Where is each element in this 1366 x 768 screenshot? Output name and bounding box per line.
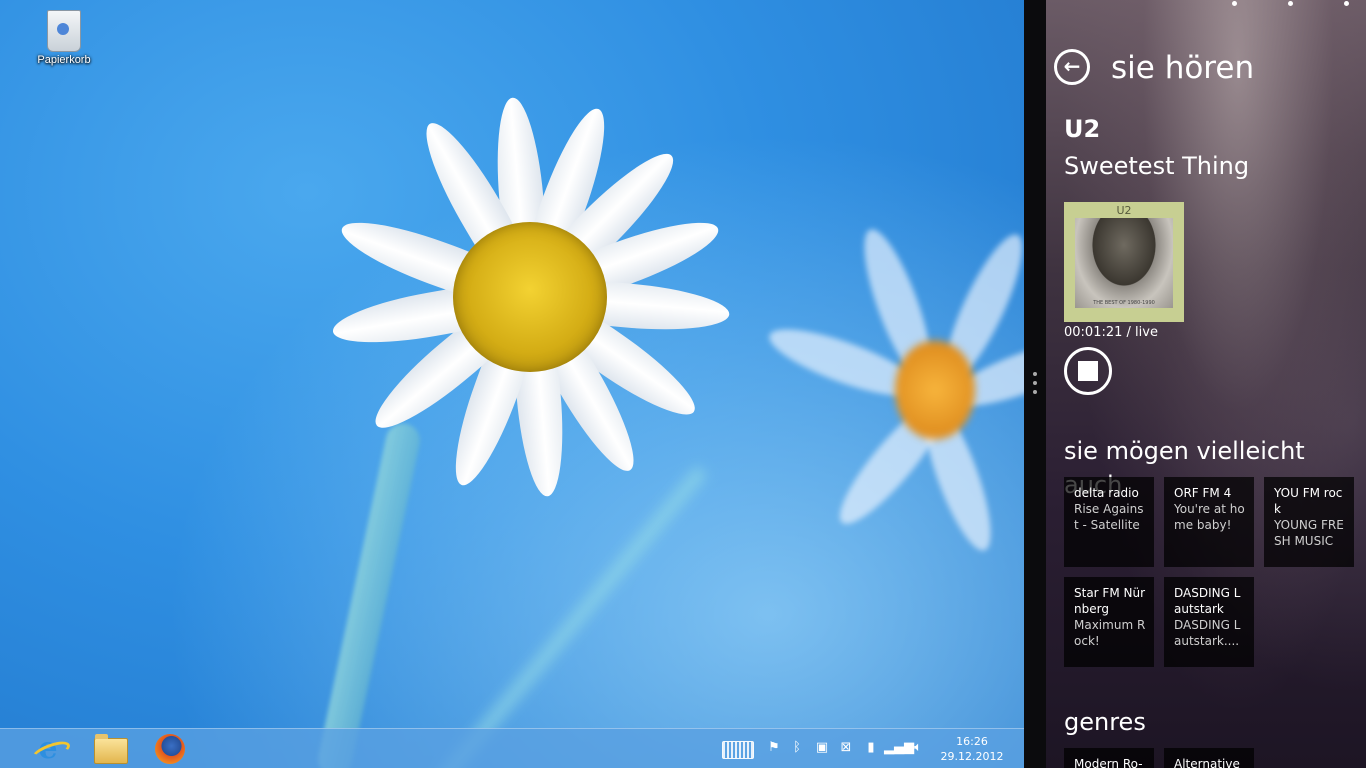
station-name: delta radio [1074, 486, 1139, 500]
desktop: Papierkorb e ⚑ ᛒ ▣ ⊠ ▮ ▂▄▆ 🔈︎ 16:26 29.1… [0, 0, 1024, 768]
loading-dots [1046, 0, 1366, 8]
now-playing-song: Sweetest Thing [1064, 152, 1250, 180]
loading-dot [1288, 1, 1293, 6]
back-arrow-icon: ← [1063, 54, 1081, 78]
station-song: DASDING Lautstark.... [1174, 618, 1241, 648]
genres-heading: genres [1064, 708, 1146, 736]
folder-icon [94, 734, 128, 764]
playback-status: live [1135, 325, 1158, 340]
recycle-bin-icon [47, 10, 81, 52]
taskbar-firefox[interactable] [142, 731, 198, 767]
album-cover-label: U2 [1116, 204, 1132, 217]
station-name: YOU FM rock [1274, 486, 1343, 516]
radio-app-snapped: ← sie hören U2 Sweetest Thing U2 THE BES… [1046, 0, 1366, 768]
snap-splitter[interactable] [1024, 0, 1046, 768]
station-tile[interactable]: DASDING Lautstark DASDING Lautstark.... [1164, 577, 1254, 667]
internet-explorer-icon: e [34, 734, 62, 764]
bluetooth-icon[interactable]: ᛒ [790, 740, 804, 756]
playback-time: 00:01:21 / live [1064, 324, 1158, 342]
firefox-icon [155, 734, 185, 764]
genre-tile[interactable]: Alternative [1164, 748, 1254, 768]
network-monitor-icon[interactable]: ▣ [813, 740, 831, 756]
station-song: YOUNG FRESH MUSIC [1274, 518, 1344, 548]
taskbar-file-explorer[interactable] [80, 731, 136, 767]
loading-dot [1232, 1, 1237, 6]
keyboard-icon[interactable] [722, 741, 754, 759]
stop-icon [1078, 361, 1098, 381]
playback-elapsed: 00:01:21 / [1064, 325, 1131, 340]
station-song: Rise Against - Satellite [1074, 502, 1144, 532]
album-cover-photo [1075, 218, 1173, 308]
station-name: DASDING Lautstark [1174, 586, 1241, 616]
wallpaper-flower-center [453, 222, 607, 372]
station-song: Maximum Rock! [1074, 618, 1146, 648]
volume-icon[interactable]: 🔈︎ [910, 740, 926, 756]
back-button[interactable]: ← [1054, 49, 1090, 85]
loading-dot [1344, 1, 1349, 6]
station-tile[interactable]: delta radio Rise Against - Satellite [1064, 477, 1154, 567]
genre-name: Alternative [1174, 757, 1240, 768]
taskbar: e ⚑ ᛒ ▣ ⊠ ▮ ▂▄▆ 🔈︎ 16:26 29.12.2012 [0, 728, 1024, 768]
station-tile[interactable]: YOU FM rock YOUNG FRESH MUSIC [1264, 477, 1354, 567]
clock-time: 16:26 [956, 735, 988, 748]
station-song: You're at home baby! [1174, 502, 1245, 532]
album-cover: U2 THE BEST OF 1980-1990 [1064, 202, 1184, 322]
recycle-bin-label: Papierkorb [37, 54, 91, 66]
battery-icon[interactable]: ▮ [866, 740, 876, 756]
station-tile[interactable]: Star FM Nürnberg Maximum Rock! [1064, 577, 1154, 667]
now-playing-artist: U2 [1064, 115, 1101, 143]
clock-date: 29.12.2012 [940, 750, 1004, 763]
page-title: sie hören [1111, 50, 1255, 86]
network-error-icon[interactable]: ⊠ [837, 740, 855, 756]
wallpaper-flower-center-back [895, 340, 975, 440]
splitter-grip-dot [1033, 390, 1037, 394]
taskbar-internet-explorer[interactable]: e [18, 731, 74, 767]
station-tile[interactable]: ORF FM 4 You're at home baby! [1164, 477, 1254, 567]
station-name: Star FM Nürnberg [1074, 586, 1146, 616]
signal-icon[interactable]: ▂▄▆ [884, 740, 914, 756]
genre-tile[interactable]: Modern Ro- [1064, 748, 1154, 768]
action-center-icon[interactable]: ⚑ [766, 740, 782, 756]
splitter-grip-dot [1033, 381, 1037, 385]
station-name: ORF FM 4 [1174, 486, 1232, 500]
splitter-grip-dot [1033, 372, 1037, 376]
recycle-bin[interactable]: Papierkorb [30, 6, 98, 76]
genre-name: Modern Ro- [1074, 757, 1143, 768]
taskbar-clock[interactable]: 16:26 29.12.2012 [930, 734, 1014, 764]
album-cover-subtitle: THE BEST OF 1980-1990 [1093, 300, 1155, 306]
stop-button[interactable] [1064, 347, 1112, 395]
